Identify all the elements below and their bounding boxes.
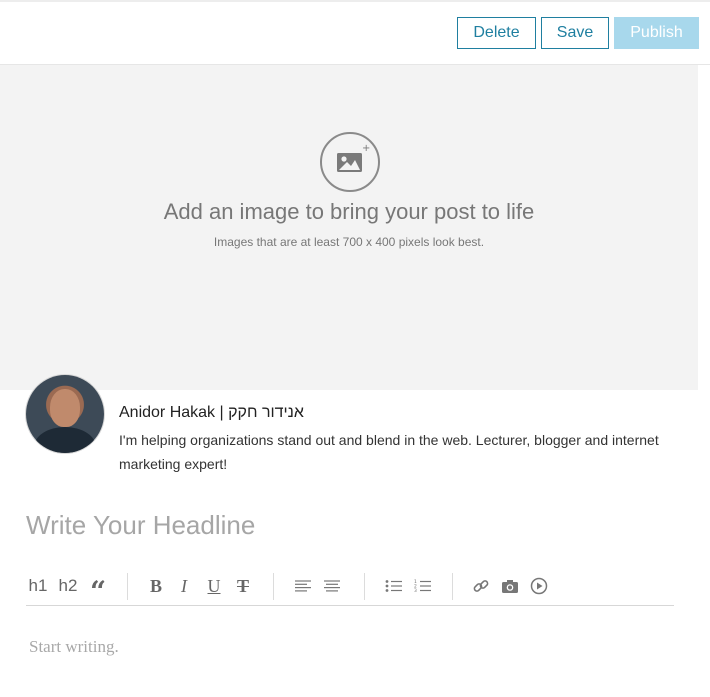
add-image-icon[interactable]: + (320, 132, 380, 192)
cover-image-upload[interactable]: + Add an image to bring your post to lif… (0, 65, 698, 390)
numbered-list-icon[interactable]: 123 (412, 572, 434, 600)
author-bio: I'm helping organizations stand out and … (119, 432, 659, 472)
editor-header: Delete Save Publish (0, 2, 710, 65)
delete-button[interactable]: Delete (457, 17, 536, 49)
video-play-icon[interactable] (528, 572, 550, 600)
bulleted-list-icon[interactable] (383, 572, 405, 600)
underline-button[interactable]: U (204, 572, 224, 600)
quote-button[interactable]: “ (87, 572, 109, 608)
toolbar-divider (452, 573, 453, 600)
image-upload-hint: Images that are at least 700 x 400 pixel… (213, 235, 485, 249)
body-input[interactable]: Start writing. (29, 637, 119, 657)
camera-icon[interactable] (499, 572, 521, 600)
svg-text:+: + (362, 143, 370, 154)
author-name: Anidor Hakak | אנידור חקק (119, 404, 304, 421)
bold-button[interactable]: B (146, 572, 166, 600)
image-upload-title: Add an image to bring your post to life (163, 199, 535, 224)
toolbar-divider (364, 573, 365, 600)
svg-text:3: 3 (414, 588, 417, 593)
link-icon[interactable] (470, 572, 492, 600)
align-center-icon[interactable] (321, 572, 343, 600)
toolbar-divider (273, 573, 274, 600)
italic-button[interactable]: I (175, 572, 193, 600)
toolbar-divider (127, 573, 128, 600)
headline-input[interactable]: Write Your Headline (26, 510, 255, 541)
strikethrough-button[interactable]: T (233, 572, 253, 600)
h2-button[interactable]: h2 (56, 572, 80, 600)
publish-button[interactable]: Publish (614, 17, 699, 49)
align-left-icon[interactable] (292, 572, 314, 600)
format-toolbar: h1 h2 “ B I U T 123 (26, 572, 674, 608)
h1-button[interactable]: h1 (26, 572, 50, 600)
author-avatar (26, 375, 104, 453)
save-button[interactable]: Save (541, 17, 609, 49)
